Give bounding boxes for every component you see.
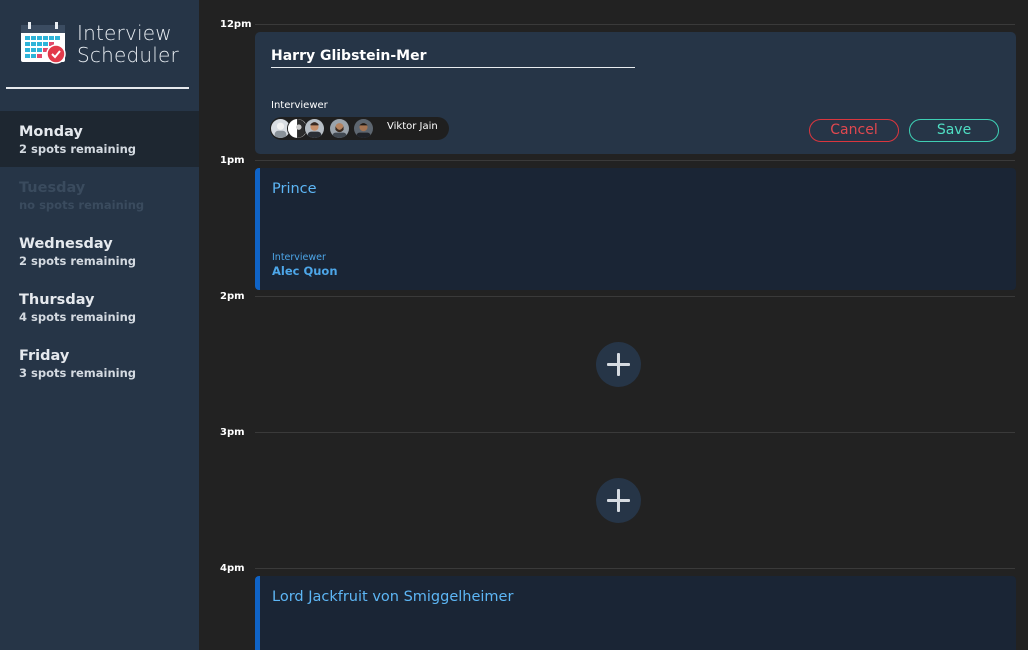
day-item-friday[interactable]: Friday 3 spots remaining [0,335,199,391]
day-item-monday[interactable]: Monday 2 spots remaining [0,111,199,167]
add-appointment-button[interactable] [596,342,641,387]
time-divider [255,24,1015,25]
interviewer-label: Interviewer [272,252,326,263]
student-name: Prince [272,181,317,197]
interviewer-name: Alec Quon [272,264,338,278]
appointment-edit-form: Interviewer Viktor Jain C [255,32,1016,154]
day-spots: 4 spots remaining [19,310,137,324]
time-label-1pm: 1pm [220,155,245,166]
day-name: Thursday [19,292,95,308]
day-spots: no spots remaining [19,198,145,212]
student-name: Lord Jackfruit von Smiggelheimer [272,589,514,605]
schedule: 12pm 1pm 2pm 3pm 4pm Interviewer [199,0,1028,650]
time-label-3pm: 3pm [220,427,245,438]
day-name: Tuesday [19,180,86,196]
appointment-booked[interactable]: Prince Interviewer Alec Quon [255,168,1016,290]
app-title-line2: Scheduler [77,43,179,67]
calendar-check-icon [21,22,66,64]
time-label-12pm: 12pm [220,19,252,30]
interviewer-avatar[interactable] [304,118,325,139]
day-spots: 3 spots remaining [19,366,137,380]
save-button[interactable]: Save [909,119,999,142]
day-list: Monday 2 spots remaining Tuesday no spot… [0,111,199,391]
app-title: Interview Scheduler [77,22,179,66]
selected-interviewer-name: Viktor Jain [387,121,438,132]
interviewer-picker: Viktor Jain [270,117,449,140]
time-divider [255,160,1015,161]
day-item-thursday[interactable]: Thursday 4 spots remaining [0,279,199,335]
time-label-2pm: 2pm [220,291,245,302]
app-title-line1: Interview [77,21,172,45]
time-label-4pm: 4pm [220,563,245,574]
appointment-booked[interactable]: Lord Jackfruit von Smiggelheimer [255,576,1016,650]
time-divider [255,568,1015,569]
sidebar: Interview Scheduler Monday 2 spots remai… [0,0,199,650]
sidebar-divider [6,87,189,89]
interviewer-avatar-selected[interactable] [353,118,374,139]
student-name-input[interactable] [271,46,635,68]
day-spots: 2 spots remaining [19,142,137,156]
day-item-wednesday[interactable]: Wednesday 2 spots remaining [0,223,199,279]
interviewer-avatar[interactable] [329,118,350,139]
day-item-tuesday[interactable]: Tuesday no spots remaining [0,167,199,223]
time-divider [255,296,1015,297]
day-name: Friday [19,348,70,364]
app-root: Interview Scheduler Monday 2 spots remai… [0,0,1028,650]
interviewer-label: Interviewer [271,100,328,111]
day-name: Wednesday [19,236,113,252]
time-divider [255,432,1015,433]
day-spots: 2 spots remaining [19,254,137,268]
app-logo: Interview Scheduler [20,22,190,66]
cancel-button[interactable]: Cancel [809,119,899,142]
add-appointment-button[interactable] [596,478,641,523]
day-name: Monday [19,124,83,140]
